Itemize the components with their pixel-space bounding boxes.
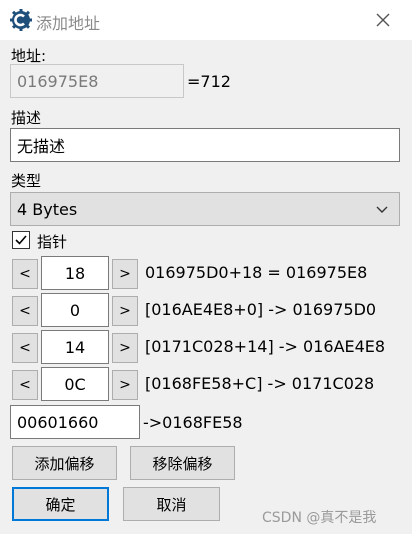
base-address-input[interactable]: 00601660 bbox=[10, 405, 140, 439]
pointer-checkbox[interactable] bbox=[12, 231, 30, 249]
offset-input[interactable]: 0 bbox=[41, 293, 109, 327]
base-address-result: ->0168FE58 bbox=[143, 413, 243, 432]
type-select[interactable]: 4 Bytes bbox=[10, 192, 400, 226]
description-label: 描述 bbox=[11, 109, 42, 127]
close-icon[interactable] bbox=[372, 9, 394, 31]
cancel-button[interactable]: 取消 bbox=[123, 487, 220, 521]
address-label: 地址: bbox=[11, 47, 47, 65]
offset-input[interactable]: 0C bbox=[41, 367, 109, 401]
offset-increase-button[interactable]: > bbox=[112, 370, 138, 400]
pointer-row-text: [0168FE58+C] -> 0171C028 bbox=[145, 374, 375, 393]
offset-increase-button[interactable]: > bbox=[112, 296, 138, 326]
pointer-row-text: [016AE4E8+0] -> 016975D0 bbox=[145, 300, 377, 319]
description-input[interactable]: 无描述 bbox=[10, 128, 400, 162]
type-label: 类型 bbox=[11, 172, 42, 190]
type-select-value: 4 Bytes bbox=[17, 199, 78, 219]
cheat-engine-icon bbox=[10, 9, 32, 31]
offset-decrease-button[interactable]: < bbox=[12, 333, 38, 363]
offset-increase-button[interactable]: > bbox=[112, 259, 138, 289]
offset-input[interactable]: 14 bbox=[41, 330, 109, 364]
offset-decrease-button[interactable]: < bbox=[12, 370, 38, 400]
chevron-down-icon bbox=[376, 206, 388, 213]
offset-decrease-button[interactable]: < bbox=[12, 259, 38, 289]
address-result: =712 bbox=[187, 72, 231, 91]
check-icon bbox=[15, 235, 27, 245]
pointer-row-text: [0171C028+14] -> 016AE4E8 bbox=[145, 337, 386, 356]
ok-button[interactable]: 确定 bbox=[12, 487, 109, 521]
pointer-label: 指针 bbox=[37, 233, 68, 251]
offset-decrease-button[interactable]: < bbox=[12, 296, 38, 326]
window-title: 添加地址 bbox=[36, 14, 101, 33]
watermark-text: CSDN @真不是我 bbox=[262, 510, 377, 526]
pointer-row-text: 016975D0+18 = 016975E8 bbox=[145, 263, 368, 282]
offset-input[interactable]: 18 bbox=[41, 256, 109, 290]
title-bar: 添加地址 bbox=[0, 0, 412, 40]
address-input[interactable]: 016975E8 bbox=[10, 64, 184, 98]
offset-increase-button[interactable]: > bbox=[112, 333, 138, 363]
add-offset-button[interactable]: 添加偏移 bbox=[12, 446, 117, 480]
remove-offset-button[interactable]: 移除偏移 bbox=[130, 446, 235, 480]
